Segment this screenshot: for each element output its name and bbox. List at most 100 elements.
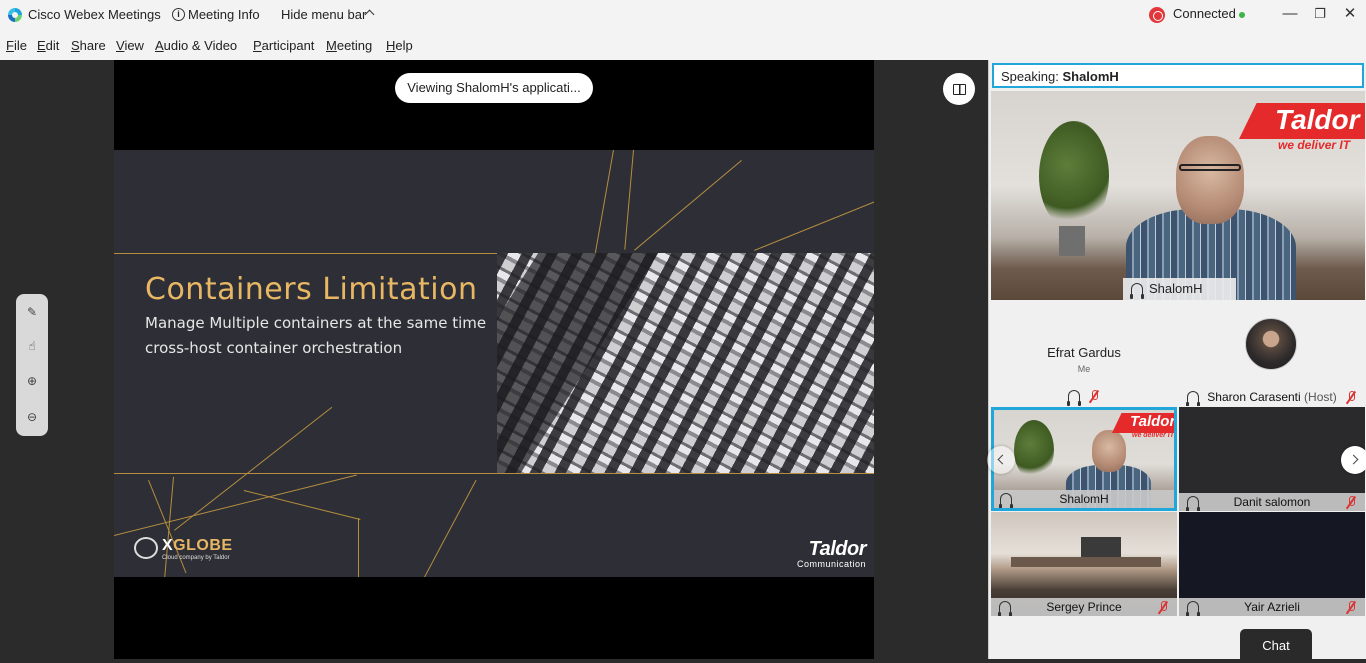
slide-bullet: Manage Multiple containers at the same t… (145, 314, 487, 332)
participant-label: Danit salomon (1179, 493, 1365, 511)
participant-name: ShalomH (1059, 492, 1109, 506)
slide-decor-line (424, 479, 477, 577)
close-button[interactable]: ✕ (1335, 0, 1365, 30)
menu-help[interactable]: Help (386, 38, 413, 53)
hide-menu-bar-button[interactable]: Hide menu bar (281, 7, 366, 22)
slide-decor-line (754, 201, 874, 251)
menu-bar: File Edit Share View Audio & Video Parti… (0, 30, 1366, 60)
menu-file[interactable]: File (6, 38, 27, 53)
participant-name: Sergey Prince (1046, 600, 1122, 614)
slide-decor-line (174, 406, 333, 531)
muted-mic-icon[interactable] (1347, 391, 1355, 403)
avatar (1245, 318, 1297, 370)
xglobe-logo: XGLOBE Cloud company by Taldor (134, 535, 244, 565)
participant-tile[interactable]: Taldor we deliver IT ShalomH (991, 407, 1177, 511)
menu-share[interactable]: Share (71, 38, 106, 53)
annotation-toolbar: ✎ ☝ ⊕ ⊖ (16, 294, 48, 436)
participant-tile[interactable]: Sergey Prince (991, 512, 1177, 616)
minimize-button[interactable]: — (1275, 0, 1305, 30)
slide-title: Containers Limitation (145, 272, 478, 307)
xglobe-tagline: Cloud company by Taldor (162, 555, 230, 561)
plant-pot (1059, 226, 1085, 256)
active-speaker-video[interactable]: Taldor we deliver IT ShalomH (991, 91, 1365, 300)
recording-status-icon (1149, 7, 1165, 23)
glasses (1179, 164, 1241, 171)
app-title: Cisco Webex Meetings (28, 7, 161, 22)
plant-decor (1014, 420, 1054, 480)
participant-name: Yair Azrieli (1244, 600, 1300, 614)
host-tag: (Host) (1304, 390, 1337, 404)
info-icon[interactable]: i (172, 8, 185, 21)
chat-button[interactable]: Chat (1240, 629, 1312, 659)
participant-name: Sharon Carasenti (1207, 390, 1301, 404)
slide-divider (114, 253, 497, 254)
slide-building-image (497, 253, 874, 473)
active-speaker-label: ShalomH (1123, 278, 1236, 300)
webex-logo-icon (8, 8, 22, 22)
active-speaker-bar: Speaking: ShalomH (992, 63, 1364, 88)
menu-edit[interactable]: Edit (37, 38, 59, 53)
audio-connected-icon (1186, 601, 1200, 616)
audio-connected-icon (1130, 283, 1144, 299)
participant-tile[interactable]: Efrat Gardus Me (991, 302, 1177, 406)
participant-name: Danit salomon (1233, 495, 1311, 509)
participant-label: Sergey Prince (991, 598, 1177, 616)
title-bar: Cisco Webex Meetings i Meeting Info Hide… (0, 0, 1366, 30)
globe-icon (134, 537, 158, 559)
slide-decor-line (593, 150, 614, 259)
participant-face (1176, 136, 1244, 224)
taldor-logo: Taldor (1275, 104, 1360, 135)
room-tv (1081, 537, 1121, 559)
slide-decor-line (358, 518, 359, 577)
muted-mic-icon[interactable] (1347, 496, 1355, 508)
participant-tile[interactable]: Yair Azrieli (1179, 512, 1365, 616)
content-stage: Containers Limitation Manage Multiple co… (0, 60, 988, 659)
participant-tile[interactable]: Sharon Carasenti (Host) (1179, 302, 1365, 406)
muted-mic-icon[interactable] (1159, 601, 1167, 613)
previous-page-arrow-icon[interactable] (987, 446, 1015, 474)
room-table (1011, 557, 1161, 567)
presentation-slide: Containers Limitation Manage Multiple co… (114, 150, 874, 577)
shared-application-view[interactable]: Containers Limitation Manage Multiple co… (114, 60, 874, 659)
layout-toggle-icon[interactable] (943, 73, 975, 105)
participant-tile[interactable]: Danit salomon (1179, 407, 1365, 511)
audio-connected-icon (998, 601, 1012, 616)
taldor-tagline: we deliver IT (1278, 138, 1351, 152)
slide-decor-line (624, 150, 634, 250)
restore-button[interactable]: ❐ (1305, 0, 1335, 30)
connected-indicator-icon (1239, 12, 1245, 18)
audio-connected-icon (1067, 390, 1081, 406)
menu-participant[interactable]: Participant (253, 38, 314, 53)
slide-divider (114, 473, 874, 474)
participant-label: Yair Azrieli (1179, 598, 1365, 616)
participant-me-tag: Me (1077, 364, 1091, 374)
participant-label: ShalomH (994, 490, 1174, 508)
request-control-icon[interactable]: ☝ (23, 337, 41, 355)
viewing-status-pill[interactable]: Viewing ShalomH's applicati... (395, 73, 593, 103)
menu-audio-video[interactable]: Audio & Video (155, 38, 237, 53)
zoom-in-icon[interactable]: ⊕ (23, 372, 41, 390)
taldor-logo: Taldor (1130, 413, 1176, 430)
active-speaker-name: ShalomH (1062, 69, 1119, 84)
participant-name: Efrat Gardus (1047, 345, 1121, 360)
taldor-communication-logo: Taldor Communication (796, 538, 867, 569)
slide-decor-line (243, 490, 361, 521)
zoom-out-icon[interactable]: ⊖ (23, 408, 41, 426)
taldor-tagline: we deliver IT (1132, 432, 1175, 439)
menu-view[interactable]: View (116, 38, 144, 53)
connection-status: Connected (1173, 6, 1236, 21)
muted-mic-icon[interactable] (1347, 601, 1355, 613)
annotate-pen-icon[interactable]: ✎ (23, 303, 41, 321)
menu-meeting[interactable]: Meeting (326, 38, 372, 53)
audio-connected-icon (1186, 496, 1200, 511)
audio-connected-icon (1186, 391, 1200, 406)
slide-decor-line (634, 160, 742, 251)
next-page-arrow-icon[interactable] (1341, 446, 1366, 474)
muted-mic-icon[interactable] (1090, 390, 1098, 402)
video-panel: Speaking: ShalomH Taldor we deliver IT S… (987, 60, 1366, 659)
participant-face (1092, 430, 1126, 472)
plant-decor (1039, 121, 1109, 231)
slide-bullet: cross-host container orchestration (145, 339, 403, 357)
participant-label: Sharon Carasenti (Host) (1179, 388, 1365, 406)
meeting-info-button[interactable]: Meeting Info (188, 7, 260, 22)
